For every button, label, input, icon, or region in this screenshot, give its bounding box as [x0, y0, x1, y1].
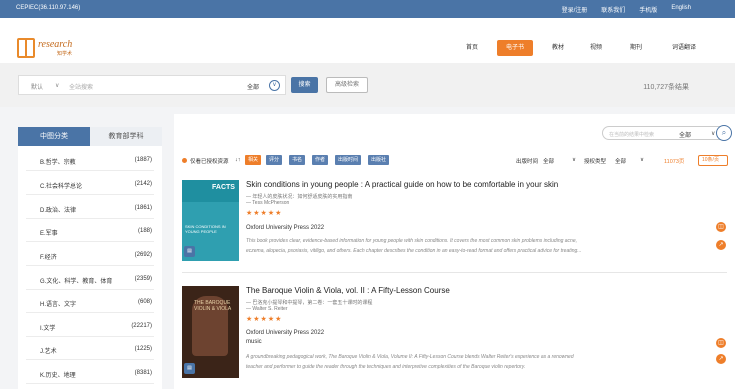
search-input[interactable]: 全站搜索: [69, 82, 93, 91]
chevron-down-icon[interactable]: ∨: [640, 157, 644, 163]
top-links: 登录/注册 联系我们 手机版 English: [562, 5, 691, 14]
filter-row: 仅看已授权资源 ↓↑ 相关 评分 书名 作者 出版时间 出版社 出版时间 全部 …: [182, 155, 728, 167]
result-publisher: Oxford University Press 2022: [246, 225, 325, 231]
contact-link[interactable]: 联系我们: [601, 5, 625, 14]
ebook-icon: ▤: [184, 246, 195, 257]
sort-author[interactable]: 作者: [312, 155, 329, 165]
nav-ebooks[interactable]: 电子书: [497, 40, 533, 56]
logo-subtext: 知学术: [57, 51, 73, 57]
result-author[interactable]: — Walter S. Reiter: [246, 306, 288, 312]
result-author[interactable]: — Tess McPherson: [246, 200, 289, 206]
result-subject: music: [246, 339, 262, 345]
auth-type-select[interactable]: 全部: [615, 157, 626, 165]
sort-relevance[interactable]: 相关: [245, 155, 262, 165]
category-item[interactable]: H.语言、文字 (608): [26, 291, 154, 313]
tab-moe-subjects[interactable]: 教育部学科: [90, 127, 162, 146]
rating-stars: ★★★★★: [246, 316, 283, 323]
cover-title: SKIN CONDITIONS IN YOUNG PEOPLE: [185, 224, 226, 234]
auth-type-label: 授权类型: [584, 159, 607, 165]
chevron-down-icon[interactable]: ∨: [711, 130, 715, 137]
filter-search-input[interactable]: 在当前的结果中检索: [609, 131, 654, 138]
search-field-select[interactable]: 全部: [247, 82, 259, 91]
rating-stars: ★★★★★: [246, 210, 283, 217]
category-item[interactable]: D.政治、法律 (1861): [26, 197, 154, 219]
result-subtitle: — 年轻人的皮肤状况：如何舒适皮肤的实用指南: [246, 194, 353, 200]
chevron-down-icon[interactable]: ∨: [55, 82, 59, 89]
sort-icon: ↓↑: [235, 157, 241, 163]
search-icon[interactable]: ⌕: [716, 125, 732, 141]
category-item[interactable]: K.历史、地理 (8381): [26, 362, 154, 384]
results-panel: 在当前的结果中检索 全部 ∨ ⌕ 仅看已授权资源 ↓↑ 相关 评分 书名 作者 …: [174, 114, 735, 389]
nav-textbooks[interactable]: 教材: [549, 40, 567, 56]
read-icon[interactable]: ◫: [716, 338, 726, 348]
book-cover[interactable]: THE BAROQUE VIOLIN & VIOLA ▤: [182, 286, 239, 378]
result-description: This book provides clear, evidence-based…: [246, 238, 582, 254]
pubdate-filter-select[interactable]: 全部: [543, 157, 554, 165]
share-icon[interactable]: ↗: [716, 354, 726, 364]
nav-home[interactable]: 首页: [462, 40, 482, 56]
category-item[interactable]: I.文学 (22217): [26, 315, 154, 337]
header: research 知学术 首页 电子书 教材 视频 期刊 词语翻译: [0, 18, 735, 63]
sort-publisher[interactable]: 出版社: [368, 155, 390, 165]
ebook-icon: ▤: [184, 363, 195, 374]
result-divider: [182, 272, 727, 273]
search-box[interactable]: 默认 ∨ 全站搜索 全部 ∨: [18, 75, 286, 95]
chevron-down-icon[interactable]: ∨: [572, 157, 576, 163]
book-logo-icon: [17, 38, 35, 58]
radio-icon[interactable]: [182, 158, 187, 163]
share-icon[interactable]: ↗: [716, 240, 726, 250]
cover-title: THE BAROQUE VIOLIN & VIOLA: [194, 300, 232, 312]
result-item: THE BAROQUE VIOLIN & VIOLA ▤ The Baroque…: [182, 286, 727, 386]
category-item[interactable]: J.艺术 (1225): [26, 338, 154, 360]
category-item[interactable]: B.哲学、宗教 (1887): [26, 149, 154, 171]
login-register-link[interactable]: 登录/注册: [562, 5, 588, 14]
sort-rating[interactable]: 评分: [266, 155, 283, 165]
result-count: 110,727条结果: [643, 84, 689, 91]
search-button[interactable]: 搜索: [291, 77, 318, 93]
sort-pubdate[interactable]: 出版时间: [335, 155, 362, 165]
filter-scope-select[interactable]: 全部: [679, 130, 691, 139]
logo[interactable]: research 知学术: [17, 38, 81, 62]
advanced-search-button[interactable]: 高级检索: [326, 77, 368, 93]
nav-videos[interactable]: 视频: [587, 40, 605, 56]
search-bar: 默认 ∨ 全站搜索 全部 ∨ 搜索 高级检索 110,727条结果: [0, 63, 735, 107]
tab-clc[interactable]: 中图分类: [18, 127, 90, 146]
page-count: 11073页: [664, 159, 685, 165]
result-subtitle: — 巴洛克小提琴和中提琴，第二卷：一套五十课时的课程: [246, 300, 373, 306]
nav-journals[interactable]: 期刊: [627, 40, 645, 56]
logo-text: research: [38, 39, 73, 50]
filter-search-box[interactable]: 在当前的结果中检索 全部 ∨: [602, 126, 730, 140]
result-title[interactable]: The Baroque Violin & Viola, vol. II : A …: [246, 286, 450, 295]
result-description: A groundbreaking pedagogical work, The B…: [246, 354, 574, 370]
category-item[interactable]: C.社会科学总论 (2142): [26, 173, 154, 195]
top-bar: CEPIEC(36.110.97.146) 登录/注册 联系我们 手机版 Eng…: [0, 0, 735, 18]
sidebar-tabs: 中图分类 教育部学科: [18, 127, 162, 146]
result-item: FACTS SKIN CONDITIONS IN YOUNG PEOPLE ▤ …: [182, 180, 727, 270]
book-cover[interactable]: FACTS SKIN CONDITIONS IN YOUNG PEOPLE ▤: [182, 180, 239, 261]
nav-translation[interactable]: 词语翻译: [667, 40, 701, 56]
category-item[interactable]: E.军事 (188): [26, 220, 154, 242]
pubdate-filter-label: 出版时间: [516, 159, 539, 165]
english-link[interactable]: English: [671, 5, 691, 14]
search-scope-select[interactable]: 默认: [31, 82, 43, 91]
category-item[interactable]: F.经济 (2692): [26, 244, 154, 266]
read-icon[interactable]: ◫: [716, 222, 726, 232]
category-item[interactable]: G.文化、科学、教育、体育 (2359): [26, 268, 154, 290]
result-title[interactable]: Skin conditions in young people : A prac…: [246, 180, 558, 189]
category-sidebar: 中图分类 教育部学科 B.哲学、宗教 (1887) C.社会科学总论 (2142) …: [18, 127, 162, 389]
per-page-select[interactable]: 10条/页: [698, 155, 728, 166]
cover-series: FACTS: [212, 184, 235, 191]
authorized-only-toggle[interactable]: 仅看已授权资源: [190, 157, 229, 165]
chevron-down-icon[interactable]: ∨: [269, 80, 280, 91]
result-publisher: Oxford University Press 2022: [246, 330, 325, 336]
sort-title[interactable]: 书名: [289, 155, 306, 165]
mobile-link[interactable]: 手机版: [639, 5, 657, 14]
ip-address: CEPIEC(36.110.97.146): [16, 5, 81, 11]
